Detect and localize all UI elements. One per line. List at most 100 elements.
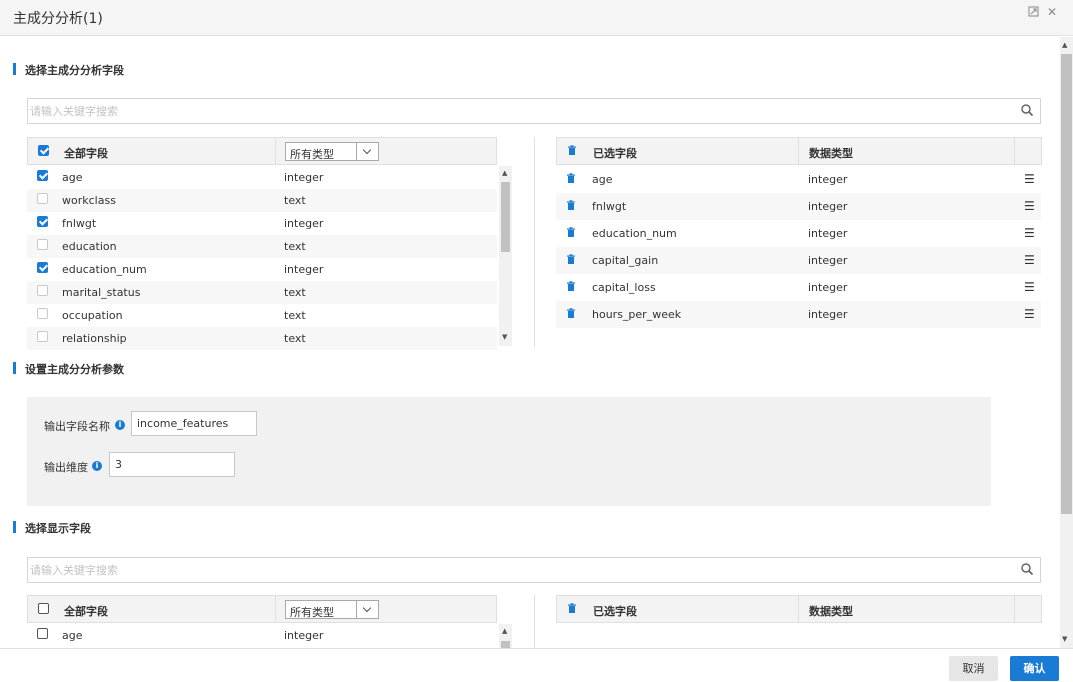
scroll-down-icon[interactable]: ▼: [1062, 635, 1067, 643]
trash-icon[interactable]: [566, 254, 576, 265]
scroll-thumb[interactable]: [501, 641, 510, 648]
type-filter-value: 所有类型: [290, 606, 334, 619]
info-icon[interactable]: i: [115, 420, 125, 430]
select-all-checkbox[interactable]: [38, 145, 49, 156]
field-checkbox[interactable]: [37, 331, 48, 342]
table-row[interactable]: capital_gain integer ☰: [556, 247, 1041, 274]
drag-handle-icon[interactable]: ☰: [1024, 226, 1035, 240]
field-type: text: [284, 332, 306, 345]
close-icon[interactable]: ✕: [1047, 5, 1057, 19]
search-icon[interactable]: [1020, 103, 1034, 117]
search-input-pca-fields[interactable]: [28, 99, 988, 123]
output-field-input[interactable]: [131, 411, 257, 436]
scroll-down-icon[interactable]: ▼: [502, 333, 507, 341]
restore-icon[interactable]: [1028, 6, 1039, 20]
drag-handle-icon[interactable]: ☰: [1024, 307, 1035, 321]
field-name: relationship: [62, 332, 127, 345]
field-name: age: [62, 171, 83, 184]
field-name: age: [62, 629, 83, 642]
confirm-button[interactable]: 确认: [1010, 656, 1059, 681]
field-name: education: [62, 240, 117, 253]
trash-all-icon[interactable]: [567, 603, 577, 614]
list-item[interactable]: fnlwgt integer: [27, 212, 497, 235]
header-selected-fields: 已选字段: [593, 605, 637, 618]
scroll-up-icon[interactable]: ▲: [1062, 41, 1067, 49]
selected-fields-header: 已选字段 数据类型: [556, 137, 1042, 165]
drag-handle-icon[interactable]: ☰: [1024, 280, 1035, 294]
header-selected-fields: 已选字段: [593, 147, 637, 160]
trash-icon[interactable]: [566, 308, 576, 319]
list-item[interactable]: marital_status text: [27, 281, 497, 304]
cancel-button[interactable]: 取消: [949, 656, 998, 681]
list-item[interactable]: age integer: [27, 166, 497, 189]
field-type: integer: [284, 217, 324, 230]
display-fields-scrollbar[interactable]: ▲: [499, 624, 512, 648]
field-name: fnlwgt: [62, 217, 97, 230]
dialog-body: 选择主成分分析字段 全部字段 所有类型 age integer workclass t…: [0, 37, 1060, 648]
scroll-thumb[interactable]: [1061, 54, 1072, 514]
selected-field-type: integer: [808, 227, 848, 240]
display-type-filter-select[interactable]: 所有类型: [285, 600, 379, 619]
field-type: text: [284, 286, 306, 299]
field-type: text: [284, 240, 306, 253]
field-checkbox[interactable]: [37, 193, 48, 204]
list-item[interactable]: occupation text: [27, 304, 497, 327]
trash-icon[interactable]: [566, 200, 576, 211]
scroll-up-icon[interactable]: ▲: [502, 169, 507, 177]
field-checkbox[interactable]: [37, 308, 48, 319]
trash-all-icon[interactable]: [567, 145, 577, 156]
drag-handle-icon[interactable]: ☰: [1024, 199, 1035, 213]
list-item[interactable]: education_num integer: [27, 258, 497, 281]
header-data-type: 数据类型: [809, 605, 853, 618]
search-icon[interactable]: [1020, 562, 1034, 576]
selected-field-type: integer: [808, 308, 848, 321]
type-filter-select[interactable]: 所有类型: [285, 142, 379, 161]
scroll-thumb[interactable]: [501, 182, 510, 252]
dialog-footer: 取消 确认: [0, 648, 1073, 682]
trash-icon[interactable]: [566, 173, 576, 184]
selected-field-name: fnlwgt: [592, 200, 627, 213]
list-item[interactable]: age integer: [27, 624, 497, 647]
info-icon[interactable]: i: [92, 461, 102, 471]
all-fields-header: 全部字段 所有类型: [27, 137, 497, 165]
title-bar: 主成分分析(1) ✕: [0, 0, 1073, 36]
field-checkbox[interactable]: [37, 170, 48, 181]
field-checkbox[interactable]: [37, 628, 48, 639]
selected-field-type: integer: [808, 200, 848, 213]
field-checkbox[interactable]: [37, 262, 48, 273]
field-checkbox[interactable]: [37, 216, 48, 227]
selected-field-name: education_num: [592, 227, 677, 240]
field-type: text: [284, 194, 306, 207]
selected-field-name: capital_gain: [592, 254, 659, 267]
field-type: integer: [284, 263, 324, 276]
list-item[interactable]: workclass text: [27, 189, 497, 212]
table-row[interactable]: education_num integer ☰: [556, 220, 1041, 247]
field-type: integer: [284, 629, 324, 642]
selected-field-type: integer: [808, 173, 848, 186]
table-row[interactable]: fnlwgt integer ☰: [556, 193, 1041, 220]
output-dim-input[interactable]: [109, 452, 235, 477]
drag-handle-icon[interactable]: ☰: [1024, 172, 1035, 186]
list-item[interactable]: education text: [27, 235, 497, 258]
field-checkbox[interactable]: [37, 239, 48, 250]
header-all-fields: 全部字段: [64, 605, 108, 618]
trash-icon[interactable]: [566, 227, 576, 238]
output-dim-label: 输出维度: [44, 461, 88, 474]
table-row[interactable]: hours_per_week integer ☰: [556, 301, 1041, 328]
header-separator: [798, 138, 799, 164]
search-box-pca-fields: [27, 98, 1041, 124]
section-title-pca-fields: 选择主成分分析字段: [13, 62, 124, 78]
search-input-display-fields[interactable]: [28, 558, 988, 582]
table-row[interactable]: capital_loss integer ☰: [556, 274, 1041, 301]
panel-divider: [534, 137, 535, 347]
all-fields-scrollbar[interactable]: ▲ ▼: [499, 166, 512, 346]
table-row[interactable]: age integer ☰: [556, 166, 1041, 193]
chevron-down-icon: [356, 143, 378, 160]
trash-icon[interactable]: [566, 281, 576, 292]
field-checkbox[interactable]: [37, 285, 48, 296]
list-item[interactable]: relationship text: [27, 327, 497, 350]
dialog-scrollbar[interactable]: ▲ ▼: [1060, 37, 1073, 648]
drag-handle-icon[interactable]: ☰: [1024, 253, 1035, 267]
scroll-up-icon[interactable]: ▲: [502, 627, 507, 635]
display-select-all-checkbox[interactable]: [38, 603, 49, 614]
